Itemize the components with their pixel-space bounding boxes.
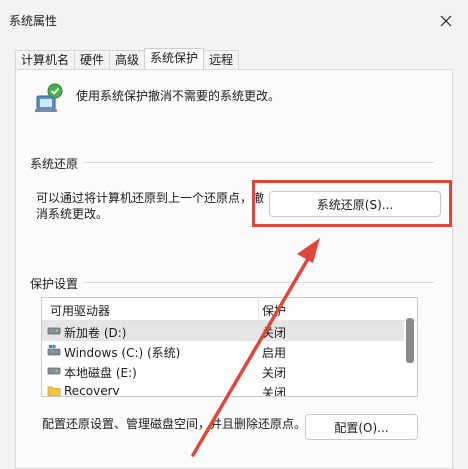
tab-system-protection[interactable]: 系统保护 [144,48,205,69]
annotation-arrow [191,238,320,457]
